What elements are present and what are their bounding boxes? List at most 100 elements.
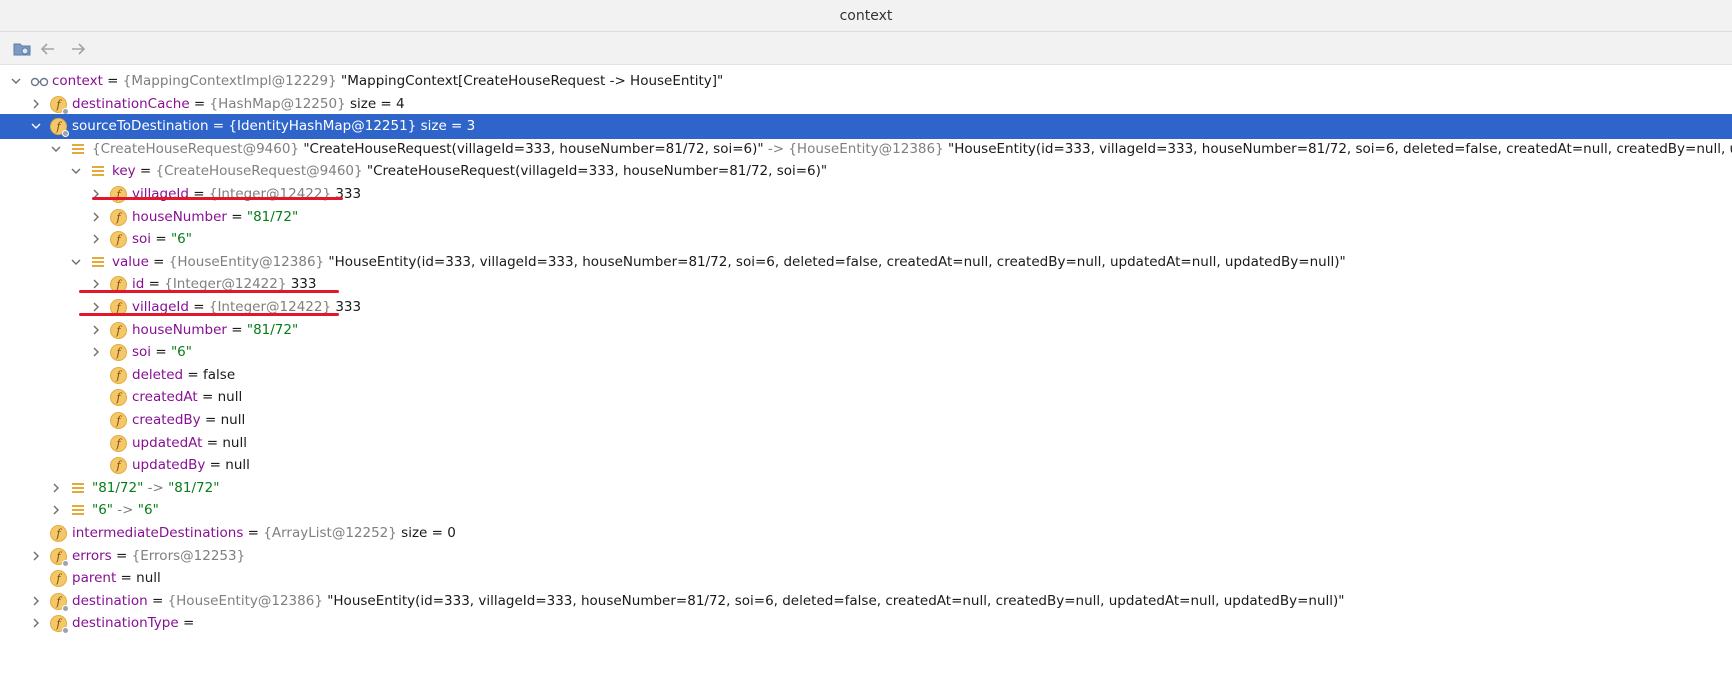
variable-name: errors <box>72 547 112 564</box>
field-icon: f <box>110 366 127 384</box>
variable-value: "HouseEntity(id=333, villageId=333, hous… <box>322 592 1345 609</box>
chevron-down-icon[interactable] <box>50 143 62 155</box>
chevron-right-icon[interactable] <box>30 550 42 562</box>
chevron-right-icon[interactable] <box>90 346 102 358</box>
equals-sign: = <box>205 457 226 474</box>
tree-row[interactable]: f parent = null <box>0 566 1732 591</box>
variable-value: "CreateHouseRequest(villageId=333, house… <box>299 140 764 157</box>
variable-name: houseNumber <box>132 321 227 338</box>
chevron-right-icon[interactable] <box>30 595 42 607</box>
variable-value: "6" <box>137 502 159 519</box>
row-text: houseNumber = "81/72" <box>132 322 298 339</box>
tree-row[interactable]: f sourceToDestination = {IdentityHashMap@… <box>0 114 1732 140</box>
field-icon: f <box>50 525 67 542</box>
map-entry-icon <box>90 163 107 180</box>
back-button[interactable] <box>36 37 60 61</box>
tree-row[interactable]: f houseNumber = "81/72" <box>0 318 1732 343</box>
chevron-right-icon[interactable] <box>90 233 102 245</box>
tree-row[interactable]: f createdBy = null <box>0 408 1732 433</box>
tree-row[interactable]: f destinationType = <box>0 611 1732 636</box>
chevron-right-icon[interactable] <box>90 324 102 336</box>
tree-row[interactable]: {CreateHouseRequest@9460} "CreateHouseRe… <box>0 137 1732 162</box>
tree-row[interactable]: f houseNumber = "81/72" <box>0 205 1732 230</box>
variable-value: "6" <box>170 231 192 248</box>
tree-row[interactable]: f intermediateDestinations = {ArrayList@1… <box>0 521 1732 546</box>
chevron-right-icon[interactable] <box>30 617 42 629</box>
variable-name: soi <box>132 231 152 248</box>
object-type: {ArrayList@12252} <box>263 525 397 541</box>
forward-button[interactable] <box>66 37 90 61</box>
equals-sign: = <box>151 231 171 248</box>
tree-row[interactable]: f soi = "6" <box>0 340 1732 365</box>
row-text: "81/72" -> "81/72" <box>92 480 219 497</box>
field-icon: f <box>50 95 69 115</box>
tree-row[interactable]: f updatedBy = null <box>0 453 1732 478</box>
object-type: {HashMap@12250} <box>209 95 346 112</box>
chevron-down-icon[interactable] <box>70 165 82 177</box>
variable-name: destinationType <box>72 615 179 632</box>
tree-row[interactable]: f destinationCache = {HashMap@12250} size… <box>0 92 1732 117</box>
chevron-down-icon[interactable] <box>70 256 82 268</box>
tree-row[interactable]: f id = {Integer@12422} 333 <box>0 272 1732 297</box>
tree-row[interactable]: context = {MappingContextImpl@12229} "Ma… <box>0 69 1732 94</box>
folder-settings-button[interactable] <box>10 37 34 61</box>
object-type: {HouseEntity@12386} <box>788 140 944 157</box>
chevron-right-icon[interactable] <box>90 211 102 223</box>
tree-row[interactable]: "81/72" -> "81/72" <box>0 476 1732 501</box>
chevron-down-icon[interactable] <box>10 75 22 87</box>
tree-row[interactable]: f villageId = {Integer@12422} 333 <box>0 182 1732 207</box>
field-icon: f <box>50 547 69 567</box>
map-entry-icon <box>70 502 87 519</box>
chevron-right-icon[interactable] <box>30 98 42 110</box>
row-text: houseNumber = "81/72" <box>132 209 298 226</box>
field-icon: f <box>110 344 127 362</box>
map-entry-icon <box>70 141 87 158</box>
tree-row[interactable]: "6" -> "6" <box>0 498 1732 523</box>
variable-name: createdBy <box>132 412 201 428</box>
variable-value: size = 3 <box>416 118 476 135</box>
chevron-right-icon[interactable] <box>50 504 62 516</box>
chevron-down-icon[interactable] <box>30 120 42 132</box>
equals-sign: = <box>178 615 195 632</box>
variable-name: updatedAt <box>132 434 203 451</box>
tree-row[interactable]: f destination = {HouseEntity@12386} "Hous… <box>0 589 1732 614</box>
equals-sign: = <box>183 366 204 383</box>
field-icon: f <box>110 321 127 339</box>
tree-row[interactable]: f deleted = false <box>0 363 1732 388</box>
field-icon: f <box>50 570 67 588</box>
row-text: {CreateHouseRequest@9460} "CreateHouseRe… <box>92 141 1732 158</box>
field-icon: f <box>50 118 69 138</box>
variable-value: size = 0 <box>396 525 456 541</box>
tree-row[interactable]: f villageId = {Integer@12422} 333 <box>0 295 1732 320</box>
variable-name: deleted <box>132 366 184 383</box>
chevron-right-icon[interactable] <box>90 301 102 313</box>
tree-row[interactable]: key = {CreateHouseRequest@9460} "CreateH… <box>0 159 1732 184</box>
row-text: destination = {HouseEntity@12386} "House… <box>72 593 1344 610</box>
chevron-right-icon[interactable] <box>90 278 102 290</box>
row-text: destinationType = <box>72 615 194 632</box>
map-entry-icon <box>70 480 87 497</box>
field-icon: f <box>50 615 69 635</box>
tree-row[interactable]: value = {HouseEntity@12386} "HouseEntity… <box>0 250 1732 275</box>
row-text: villageId = {Integer@12422} 333 <box>132 186 361 203</box>
tree-row[interactable]: f createdAt = null <box>0 385 1732 410</box>
variable-name: value <box>112 253 149 270</box>
row-text: soi = "6" <box>132 344 192 361</box>
tree-row[interactable]: f updatedAt = null <box>0 431 1732 456</box>
red-underline-annotation <box>79 290 339 293</box>
field-icon: f <box>50 592 69 612</box>
row-text: updatedAt = null <box>132 435 247 452</box>
variable-value: "81/72" <box>92 479 144 496</box>
map-arrow: -> <box>763 140 789 157</box>
row-text: "6" -> "6" <box>92 502 159 519</box>
variable-name: parent <box>72 570 117 587</box>
chevron-right-icon[interactable] <box>50 482 62 494</box>
equals-sign: = <box>135 163 156 180</box>
variable-name: destinationCache <box>72 95 190 112</box>
equals-sign: = <box>111 547 132 564</box>
tree-row[interactable]: f errors = {Errors@12253} <box>0 544 1732 569</box>
row-text: key = {CreateHouseRequest@9460} "CreateH… <box>112 163 827 180</box>
equals-sign: = <box>243 525 264 541</box>
row-text: parent = null <box>72 570 161 587</box>
tree-row[interactable]: f soi = "6" <box>0 227 1732 252</box>
